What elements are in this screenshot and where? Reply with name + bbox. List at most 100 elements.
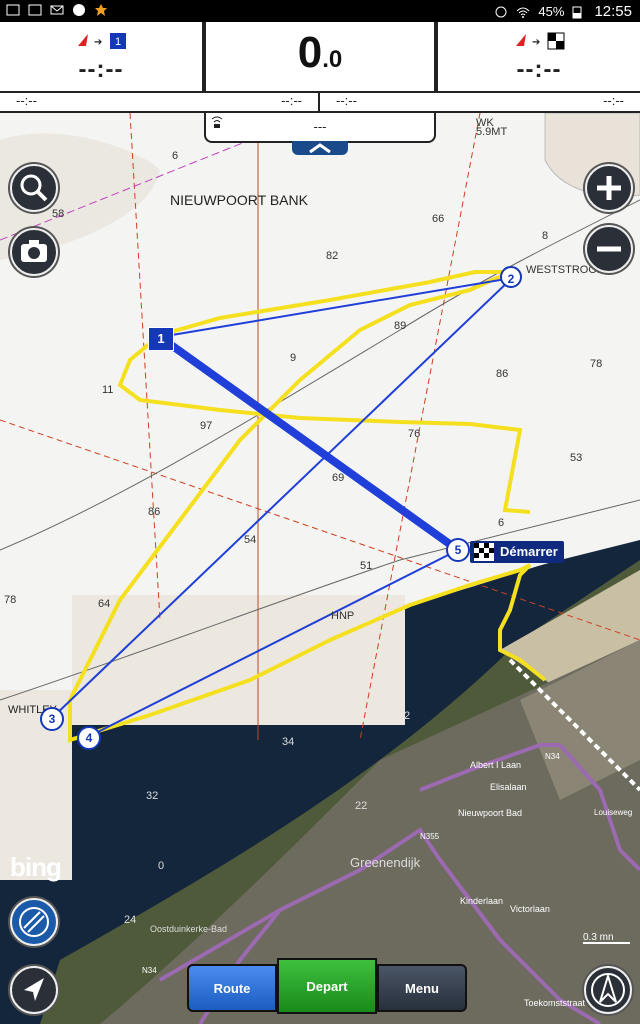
recenter-button[interactable] [10, 966, 58, 1014]
place-label: NIEUWPOORT BANK [170, 192, 308, 208]
layers-button[interactable] [10, 898, 58, 946]
anchor-button[interactable] [584, 966, 632, 1014]
bing-logo: bing [10, 852, 62, 882]
place-label: Nieuwpoort Bad [458, 808, 523, 818]
place-label: Kinderlaan [460, 896, 504, 906]
star-icon [94, 3, 108, 17]
route-button[interactable]: Route [187, 964, 277, 1012]
destination-icon: ➔ [514, 32, 566, 50]
search-icon [20, 174, 48, 202]
place-label: Louiseweg [594, 808, 633, 817]
start-label-text: Démarrer [500, 544, 558, 559]
compass-rose-icon [591, 972, 625, 1007]
svg-text:1: 1 [115, 36, 121, 48]
depth-sounding: 89 [394, 320, 407, 332]
svg-text:➔: ➔ [532, 37, 540, 48]
start-route-label[interactable]: Démarrer [470, 541, 564, 563]
bottom-toolbar: Route Depart Menu [187, 958, 467, 1014]
depth-sounding: 11 [102, 384, 114, 396]
battery-percent: 45% [538, 4, 565, 19]
time-to-destination-value: --:-- [516, 56, 562, 83]
depth-sounding: 9 [290, 352, 297, 364]
depth-sounding: 54 [244, 534, 257, 546]
depth-value: --- [313, 119, 327, 134]
depth-sounding: 82 [326, 250, 339, 262]
depth-sounding: 86 [148, 506, 161, 518]
depart-button[interactable]: Depart [277, 958, 377, 1014]
data-field-row-right[interactable]: --:-- --:-- [320, 93, 640, 113]
road-badge: N34 [142, 966, 157, 975]
depth-sounding: 76 [408, 428, 421, 440]
field-value: --:-- [603, 93, 624, 108]
data-field-time-to-destination[interactable]: ➔ --:-- [436, 22, 640, 93]
waypoint-marker[interactable]: 4 [77, 726, 101, 750]
waypoint-marker[interactable]: 5 [446, 538, 470, 562]
waypoint-marker[interactable]: 3 [40, 707, 64, 731]
minus-icon [597, 246, 621, 252]
place-label: Albert I Laan [470, 760, 522, 770]
field-value: --:-- [16, 93, 37, 108]
speed-value: 0.0 [297, 28, 343, 77]
depth-sounding: 2 [404, 710, 411, 722]
depth-sounding: 69 [332, 472, 345, 484]
depth-sounding: 0 [158, 860, 165, 872]
pinterest-icon [72, 3, 86, 17]
road-badge: N34 [545, 752, 560, 761]
camera-icon [21, 240, 47, 262]
depth-sounding: 32 [146, 790, 159, 802]
mail-icon [50, 3, 64, 17]
plus-icon [597, 176, 621, 200]
place-label: Greenendijk [350, 855, 421, 870]
collapse-panel-button[interactable] [292, 141, 348, 155]
zoom-in-button[interactable] [585, 164, 633, 212]
field-value: --:-- [281, 93, 302, 108]
depth-sounding: 34 [282, 736, 295, 748]
next-waypoint-icon: ➔ 1 [76, 32, 128, 50]
data-field-depth[interactable]: --- [204, 113, 436, 143]
depth-sounding: 51 [360, 560, 373, 572]
chevron-up-icon [309, 143, 331, 154]
depth-sounding: 53 [570, 452, 583, 464]
place-label: Oostduinkerke-Bad [150, 924, 228, 934]
depth-sounding: 78 [590, 358, 603, 370]
field-value: --:-- [336, 93, 357, 108]
place-label: Victorlaan [510, 904, 550, 914]
data-field-row-left[interactable]: --:-- --:-- [0, 93, 320, 113]
layers-icon [19, 907, 49, 937]
svg-text:➔: ➔ [94, 37, 102, 48]
navigation-arrow-icon [24, 978, 44, 1001]
depth-sounding: 6 [172, 150, 179, 162]
notification-icon [6, 3, 20, 17]
depth-sounding: 24 [124, 914, 137, 926]
waypoint-marker[interactable]: 1 [148, 327, 174, 351]
notification-icon [28, 3, 42, 17]
place-label: Toekomststraat [524, 998, 586, 1008]
wifi-icon [516, 5, 530, 19]
menu-button[interactable]: Menu [377, 964, 467, 1012]
place-label: Elisalaan [490, 782, 527, 792]
depth-sounding: 66 [432, 213, 445, 225]
depth-sounding: 64 [98, 598, 111, 610]
data-field-time-to-waypoint[interactable]: ➔ 1 --:-- [0, 22, 204, 93]
road-badge: N355 [420, 832, 440, 841]
depth-sounding: 78 [4, 594, 17, 606]
clock: 12:55 [594, 3, 632, 20]
depth-sounding: 22 [355, 800, 368, 812]
place-label: 5.9MT [476, 126, 508, 138]
search-button[interactable] [10, 164, 58, 212]
map-scale: 0.3 mn [583, 932, 614, 943]
depth-sounding: 97 [200, 420, 213, 432]
time-to-waypoint-value: --:-- [78, 56, 124, 83]
depth-sounding: 86 [496, 368, 509, 380]
waypoint-marker[interactable]: 2 [500, 266, 522, 288]
zoom-out-button[interactable] [585, 225, 633, 273]
battery-icon [572, 5, 586, 19]
camera-button[interactable] [10, 228, 58, 276]
data-field-speed[interactable]: 0.0 [204, 22, 436, 93]
finish-flag-icon [474, 543, 494, 568]
status-bar: 45% 12:55 [0, 0, 640, 22]
alarm-icon [494, 5, 508, 19]
place-label: HNP [331, 610, 355, 622]
depth-sounding: 6 [498, 517, 505, 529]
depth-sounding: 8 [542, 230, 549, 242]
